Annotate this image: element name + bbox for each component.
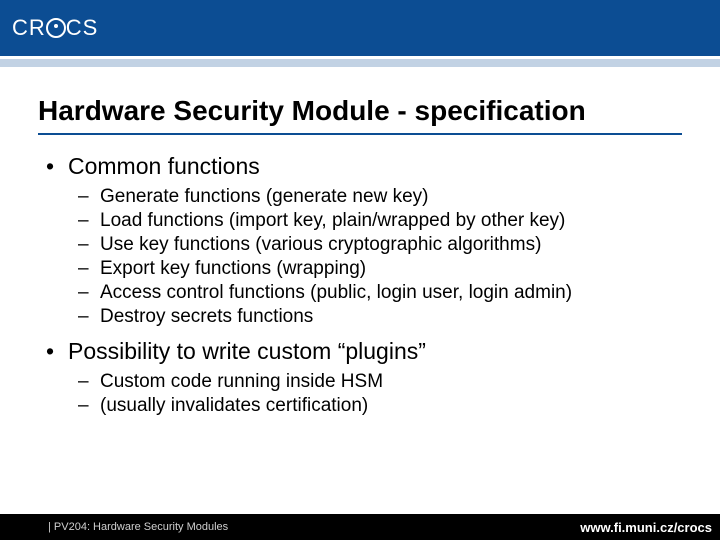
bullet-mark: •: [46, 153, 68, 180]
bullet-l2: – Load functions (import key, plain/wrap…: [78, 210, 682, 232]
slide-content: • Common functions – Generate functions …: [0, 153, 720, 417]
bullet-l2: – Export key functions (wrapping): [78, 258, 682, 280]
bullet-l2: – Generate functions (generate new key): [78, 186, 682, 208]
footer-left: | PV204: Hardware Security Modules: [48, 521, 228, 533]
bullet-l2: – Destroy secrets functions: [78, 306, 682, 328]
bullet-l2: – Access control functions (public, logi…: [78, 282, 682, 304]
bullet-text: Load functions (import key, plain/wrappe…: [100, 210, 565, 232]
slide-title: Hardware Security Module - specification: [0, 67, 720, 133]
header-thinline: [0, 59, 720, 67]
dash-mark: –: [78, 306, 100, 328]
bullet-mark: •: [46, 338, 68, 365]
title-underline: [38, 133, 682, 135]
dash-mark: –: [78, 234, 100, 256]
dash-mark: –: [78, 186, 100, 208]
bullet-l2: – (usually invalidates certification): [78, 395, 682, 417]
bullet-text: Destroy secrets functions: [100, 306, 313, 328]
bullet-l1: • Possibility to write custom “plugins”: [46, 338, 682, 365]
dash-mark: –: [78, 282, 100, 304]
bullet-text: Export key functions (wrapping): [100, 258, 366, 280]
footer-right: www.fi.muni.cz/crocs: [580, 520, 712, 535]
header-band: CRCS: [0, 0, 720, 56]
bullet-text: Possibility to write custom “plugins”: [68, 338, 426, 365]
dash-mark: –: [78, 210, 100, 232]
bullet-l2: – Custom code running inside HSM: [78, 371, 682, 393]
bullet-l1: • Common functions: [46, 153, 682, 180]
footer-bar: | PV204: Hardware Security Modules www.f…: [0, 514, 720, 540]
bullet-text: Common functions: [68, 153, 260, 180]
dash-mark: –: [78, 258, 100, 280]
bullet-text: Use key functions (various cryptographic…: [100, 234, 541, 256]
bullet-text: Generate functions (generate new key): [100, 186, 428, 208]
bullet-text: (usually invalidates certification): [100, 395, 368, 417]
dash-mark: –: [78, 395, 100, 417]
bullet-text: Custom code running inside HSM: [100, 371, 383, 393]
bullet-l2: – Use key functions (various cryptograph…: [78, 234, 682, 256]
dash-mark: –: [78, 371, 100, 393]
brand-logo: CRCS: [12, 15, 98, 41]
bullet-text: Access control functions (public, login …: [100, 282, 572, 304]
